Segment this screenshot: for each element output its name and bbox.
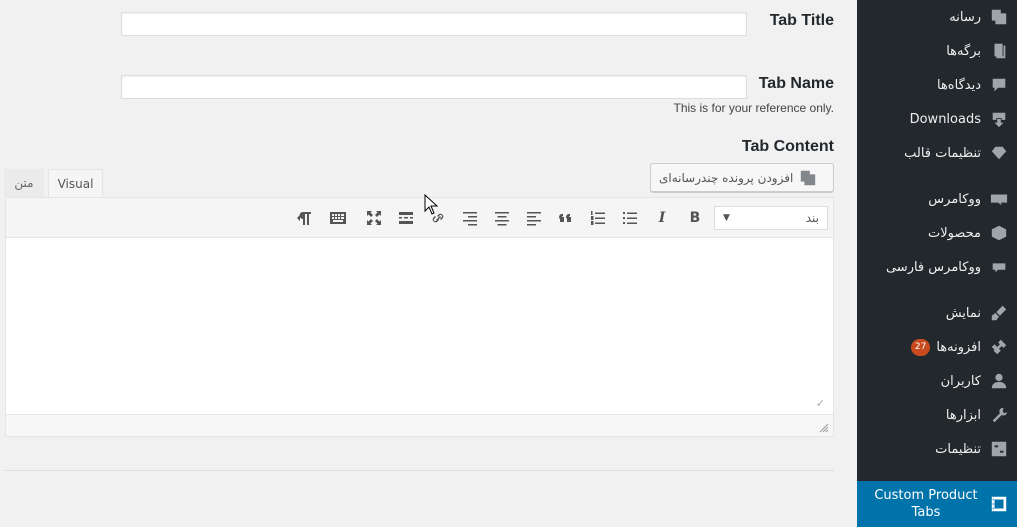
tab-name-hint: This is for your reference only.	[673, 101, 834, 115]
sidebar-item-label: دیدگاه‌ها	[936, 77, 981, 93]
admin-sidebar: رسانه برگه‌ها دیدگاه‌ها Downloads تنظیما…	[849, 0, 1017, 527]
downloads-icon	[989, 109, 1009, 129]
menu-separator	[857, 284, 1017, 296]
sidebar-item-woocommerce[interactable]: ووکامرس	[857, 182, 1017, 216]
active-indicator	[849, 481, 857, 497]
sidebar-item-plugins[interactable]: افزونه‌ها 27	[857, 330, 1017, 364]
add-media-label: افزودن پرونده چندرسانه‌ای	[659, 170, 794, 185]
tab-name-label: Tab Name	[758, 75, 834, 92]
quote-icon	[559, 213, 571, 222]
tab-text[interactable]: متن	[4, 169, 44, 197]
editor-toolbar: ▼ بند B I	[6, 198, 833, 238]
brush-icon	[989, 303, 1009, 323]
numbered-list-button[interactable]	[585, 205, 611, 231]
read-more-icon	[399, 212, 413, 224]
plugin-icon	[989, 337, 1009, 357]
wrench-icon	[989, 405, 1009, 425]
speech-icon	[989, 257, 1009, 277]
sidebar-item-appearance[interactable]: نمایش	[857, 296, 1017, 330]
sidebar-item-label: نمایش	[945, 305, 981, 321]
editor-content-area[interactable]: ✓	[6, 238, 833, 414]
align-left-icon	[527, 212, 541, 226]
format-select[interactable]: ▼ بند	[714, 206, 828, 230]
align-left-button[interactable]	[521, 205, 547, 231]
tab-title-input[interactable]	[121, 12, 747, 36]
bold-button[interactable]: B	[682, 205, 708, 231]
media-icon	[989, 7, 1009, 27]
sidebar-item-downloads[interactable]: Downloads	[857, 102, 1017, 136]
keyboard-icon	[330, 212, 346, 224]
align-center-icon	[495, 212, 509, 226]
tab-name-input[interactable]	[121, 75, 747, 99]
sidebar-item-label: برگه‌ها	[946, 43, 981, 59]
italic-icon: I	[658, 210, 666, 226]
fullscreen-icon	[367, 211, 381, 225]
comments-icon	[989, 75, 1009, 95]
align-right-button[interactable]	[457, 205, 483, 231]
sidebar-item-label: تنظیمات قالب	[904, 145, 981, 161]
sidebar-item-label: رسانه	[949, 9, 981, 25]
sidebar-item-label: کاربران	[940, 373, 981, 389]
add-media-icon	[801, 170, 816, 185]
sidebar-item-settings[interactable]: تنظیمات	[857, 432, 1017, 466]
rich-text-editor: ▼ بند B I ✓	[5, 197, 834, 437]
toolbar-toggle-button[interactable]	[325, 205, 351, 231]
tab-visual[interactable]: Visual	[48, 169, 103, 197]
read-more-button[interactable]	[393, 205, 419, 231]
divider	[5, 470, 834, 471]
sidebar-item-media[interactable]: رسانه	[857, 0, 1017, 34]
sidebar-active-label: Custom Product Tabs	[871, 487, 981, 521]
box-icon	[989, 223, 1009, 243]
settings-icon	[989, 439, 1009, 459]
update-count-badge: 27	[910, 338, 931, 356]
tab-title-label: Tab Title	[769, 12, 834, 29]
sidebar-item-products[interactable]: محصولات	[857, 216, 1017, 250]
active-label-line2: Tabs	[911, 505, 941, 520]
italic-button[interactable]: I	[649, 205, 675, 231]
resize-handle-icon[interactable]	[819, 423, 829, 433]
sidebar-item-tools[interactable]: ابزارها	[857, 398, 1017, 432]
format-value: بند	[805, 211, 819, 225]
bullet-list-button[interactable]	[617, 205, 643, 231]
user-icon	[989, 371, 1009, 391]
sidebar-item-label: ووکامرس	[928, 191, 981, 207]
woo-icon	[989, 189, 1009, 209]
menu-separator	[857, 466, 1017, 481]
align-center-button[interactable]	[489, 205, 515, 231]
sidebar-item-label: افزونه‌ها	[936, 339, 981, 355]
film-icon	[989, 494, 1009, 514]
sidebar-item-label: Downloads	[909, 111, 981, 127]
editor-status-bar	[6, 414, 833, 436]
sidebar-item-label: ووکامرس فارسی	[885, 259, 981, 275]
format-arrow-icon: ▼	[723, 213, 730, 223]
sidebar-item-label: تنظیمات	[935, 441, 981, 457]
active-label-line1: Custom Product	[874, 488, 978, 503]
spellcheck-icon: ✓	[815, 397, 825, 410]
mouse-pointer-icon	[424, 194, 439, 215]
sidebar-item-comments[interactable]: دیدگاه‌ها	[857, 68, 1017, 102]
paragraph-icon	[297, 212, 311, 225]
paragraph-direction-button[interactable]	[291, 205, 317, 231]
sidebar-item-pages[interactable]: برگه‌ها	[857, 34, 1017, 68]
bold-icon: B	[689, 210, 701, 226]
pages-icon	[989, 41, 1009, 61]
numbered-list-icon	[591, 211, 605, 225]
sidebar-item-users[interactable]: کاربران	[857, 364, 1017, 398]
bullet-list-icon	[623, 212, 637, 224]
sidebar-item-theme-settings[interactable]: تنظیمات قالب	[857, 136, 1017, 170]
blockquote-button[interactable]	[553, 205, 579, 231]
add-media-button[interactable]: افزودن پرونده چندرسانه‌ای	[650, 163, 834, 192]
align-right-icon	[463, 212, 477, 226]
sidebar-item-label: ابزارها	[945, 407, 981, 423]
menu-separator	[857, 170, 1017, 182]
sidebar-item-label: محصولات	[928, 225, 981, 241]
sidebar-item-woo-persian[interactable]: ووکامرس فارسی	[857, 250, 1017, 284]
tab-content-label: Tab Content	[741, 138, 834, 155]
diamond-icon	[989, 143, 1009, 163]
sidebar-item-custom-product-tabs[interactable]: Custom Product Tabs	[849, 481, 1017, 527]
fullscreen-button[interactable]	[361, 205, 387, 231]
